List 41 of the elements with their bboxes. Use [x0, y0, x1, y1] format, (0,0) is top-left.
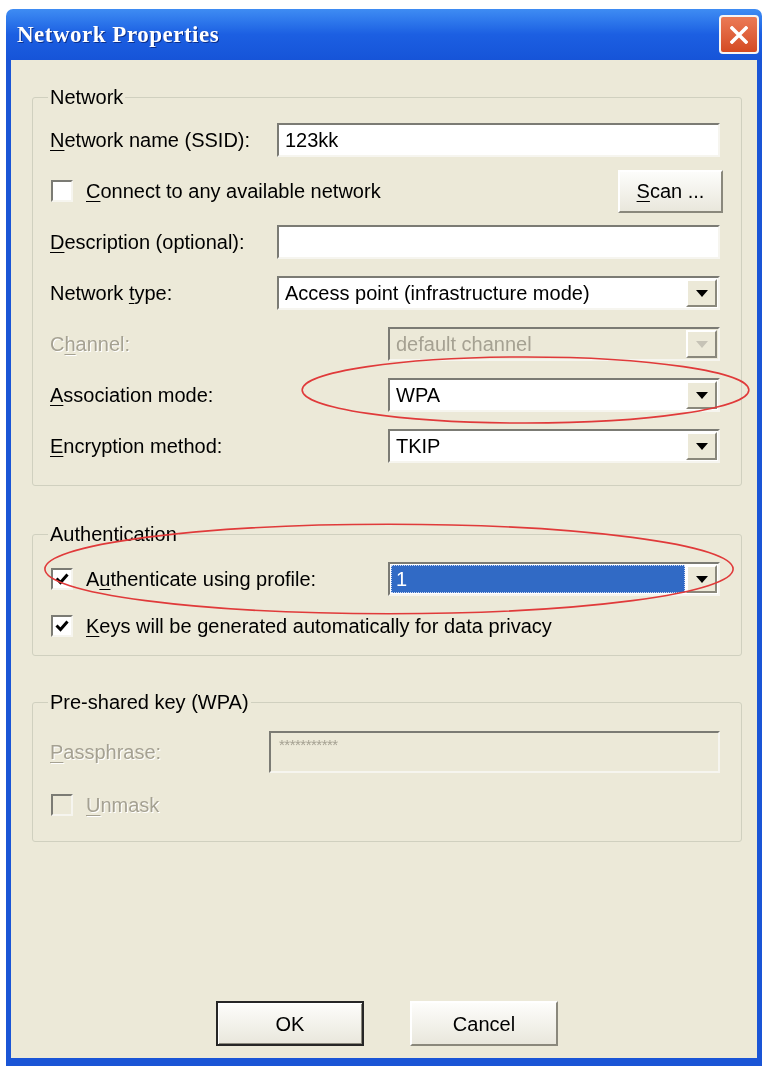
- field-label: Channel:: [50, 333, 131, 355]
- checkmark-icon: [55, 573, 69, 585]
- checkbox[interactable]: [51, 568, 73, 590]
- caret-down-icon: [695, 575, 708, 583]
- window-title: Network Properties: [17, 23, 220, 46]
- caret-down-icon: [695, 340, 708, 348]
- dialog-button[interactable]: OK: [216, 1001, 364, 1046]
- group-title: Authentication: [49, 523, 178, 545]
- dropdown[interactable]: Access point (infrastructure mode): [277, 276, 720, 310]
- checkbox[interactable]: [51, 180, 73, 202]
- text-field[interactable]: [277, 225, 720, 259]
- dropdown[interactable]: WPA: [388, 378, 720, 412]
- checkbox-label: Keys will be generated automatically for data privacy: [86, 615, 552, 637]
- field-label: Passphrase:: [50, 741, 162, 763]
- field-label: Network name (SSID):: [50, 129, 251, 151]
- checkbox[interactable]: [51, 615, 73, 637]
- field-label: Association mode:: [50, 384, 214, 406]
- close-icon: [730, 25, 748, 44]
- checkmark-icon: [55, 620, 69, 632]
- close-button[interactable]: [719, 15, 759, 54]
- scan-button[interactable]: Scan ...: [618, 169, 723, 213]
- checkbox-label: Unmask: [86, 794, 160, 816]
- field-label: Encryption method:: [50, 435, 223, 457]
- group-title: Pre-shared key (WPA): [49, 691, 250, 713]
- group-title: Network: [49, 86, 125, 108]
- checkbox-label: Authenticate using profile:: [86, 568, 317, 590]
- caret-down-icon: [695, 391, 708, 399]
- field-label: Description (optional):: [50, 231, 245, 253]
- caret-down-icon: [695, 442, 708, 450]
- dropdown-button[interactable]: [686, 279, 717, 307]
- dropdown[interactable]: 1: [388, 562, 720, 596]
- text-field[interactable]: 123kk: [277, 123, 720, 157]
- checkbox-label: Connect to any available network: [86, 180, 381, 202]
- dropdown[interactable]: TKIP: [388, 429, 720, 463]
- dialog-button[interactable]: Cancel: [410, 1001, 558, 1046]
- dropdown-button[interactable]: [686, 381, 717, 409]
- selected-value: 1: [391, 565, 685, 593]
- field-label: Network type:: [50, 282, 173, 304]
- dropdown-button[interactable]: [686, 432, 717, 460]
- dropdown-button[interactable]: [686, 565, 717, 593]
- caret-down-icon: [695, 289, 708, 297]
